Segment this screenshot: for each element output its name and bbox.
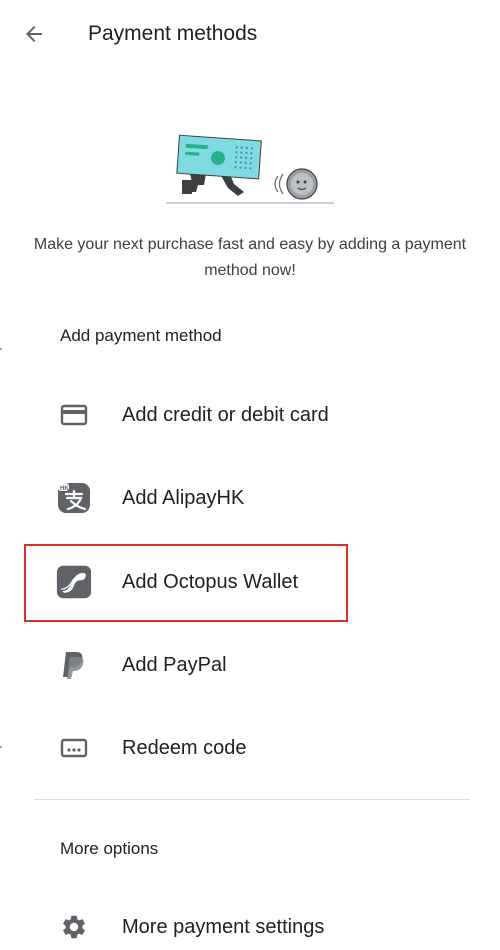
add-paypal-label: Add PayPal — [122, 654, 227, 676]
page-title: Payment methods — [88, 22, 258, 45]
edge-artifact — [0, 348, 2, 350]
more-payment-settings-label: More payment settings — [122, 916, 325, 938]
add-octopus-wallet-label: Add Octopus Wallet — [122, 571, 299, 593]
intro-text: Make your next purchase fast and easy by… — [33, 236, 467, 279]
edge-artifact — [0, 746, 2, 748]
redeem-code-label: Redeem code — [122, 737, 247, 759]
top-app-bar: Payment methods — [0, 0, 500, 70]
gear-icon — [56, 911, 92, 943]
running-cash-illustration — [166, 134, 334, 204]
octopus-icon — [56, 565, 92, 599]
paypal-icon — [56, 649, 92, 681]
redeem-code-item[interactable]: Redeem code — [0, 713, 500, 783]
add-payment-method-heading: Add payment method — [60, 326, 222, 345]
add-alipayhk-label: Add AlipayHK — [122, 487, 245, 509]
svg-text:HK: HK — [60, 486, 69, 492]
back-button[interactable] — [16, 16, 52, 52]
add-paypal-item[interactable]: Add PayPal — [0, 630, 500, 700]
arrow-back-icon — [26, 26, 42, 42]
add-credit-card-label: Add credit or debit card — [122, 404, 329, 426]
payment-methods-screen: Payment methods Make your next purchase … — [0, 0, 500, 950]
alipayhk-icon: HK — [56, 482, 92, 514]
credit-card-icon — [56, 399, 92, 431]
add-alipayhk-item[interactable]: HK Add AlipayHK — [0, 463, 500, 533]
more-options-heading: More options — [60, 839, 159, 858]
add-octopus-wallet-item[interactable]: Add Octopus Wallet — [0, 547, 500, 617]
redeem-code-icon — [56, 732, 92, 764]
add-credit-card-item[interactable]: Add credit or debit card — [0, 380, 500, 450]
section-divider — [34, 799, 470, 800]
more-payment-settings-item[interactable]: More payment settings — [0, 892, 500, 950]
